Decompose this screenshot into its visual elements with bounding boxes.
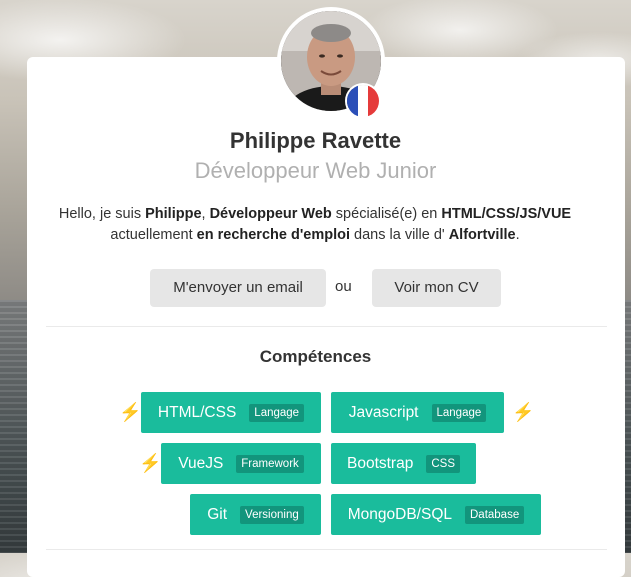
bio-text: dans la ville d' [350,227,449,243]
skill-tag: Framework [236,454,304,473]
bio-text: actuellement [110,227,197,243]
skill-badge-git[interactable]: Git Versioning [190,494,321,535]
skill-tag: Database [465,505,525,524]
divider-bottom [46,549,607,550]
bio-highlight: en recherche d'emploi [196,227,350,243]
skill-tag: CSS [426,454,460,473]
avatar-container [277,7,385,119]
skill-name: MongoDB/SQL [347,505,452,523]
email-button[interactable]: M'envoyer un email [150,269,326,307]
bio-highlight: Philippe [145,206,202,222]
skill-badge-mongodb-sql[interactable]: MongoDB/SQL Database [331,494,541,535]
divider-top [46,326,607,327]
skill-badge-vuejs[interactable]: VueJS Framework [161,443,321,484]
profile-title: Développeur Web Junior [194,158,437,183]
bio-highlight: HTML/CSS/JS/VUE [441,206,572,222]
profile-bio: Hello, je suis Philippe, Développeur Web… [40,204,590,246]
skill-badge-html-css[interactable]: HTML/CSS Langage [141,392,321,433]
bio-text: spécialisé(e) en [331,206,442,222]
lightning-bolt-icon: ⚡ [119,402,142,422]
skill-name: Git [207,505,228,523]
skill-name: HTML/CSS [157,403,237,421]
france-flag-icon [345,83,381,119]
profile-name: Philippe Ravette [229,128,402,153]
cv-button[interactable]: Voir mon CV [372,269,501,307]
lightning-bolt-icon: ⚡ [139,453,162,473]
bio-text: , [201,206,210,222]
skill-badge-javascript[interactable]: Javascript Langage [331,392,504,433]
skill-tag: Langage [431,403,487,422]
skill-tag: Langage [249,403,305,422]
or-label: ou [335,278,352,295]
lightning-bolt-icon: ⚡ [512,402,535,422]
skills-title: Compétences [259,347,372,366]
bio-highlight: Alfortville [448,227,516,243]
skill-name: Javascript [348,403,419,421]
skill-name: Bootstrap [346,454,414,472]
bio-text: Hello, je suis [58,206,146,222]
skill-badge-bootstrap[interactable]: Bootstrap CSS [331,443,476,484]
bio-text: . [515,227,520,243]
bio-highlight: Développeur Web [209,206,332,222]
skill-tag: Versioning [240,505,304,524]
skill-name: VueJS [178,454,224,472]
